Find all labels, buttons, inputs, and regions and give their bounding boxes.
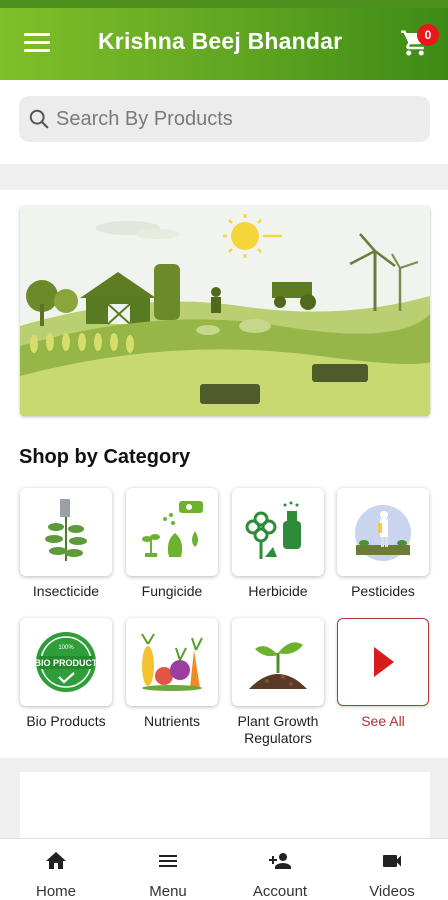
bio-products-icon: BIO PRODUCT 100% [35,632,99,692]
search-icon [29,109,49,129]
app-title: Krishna Beej Bhandar [98,28,343,54]
nav-videos[interactable]: Videos [336,839,448,900]
video-camera-icon [383,855,401,867]
category-fungicide[interactable]: Fungicide [126,488,218,600]
nav-label: Home [35,883,76,900]
shop-by-category-title: Shop by Category [19,446,191,468]
farm-banner-image[interactable] [20,206,430,416]
insecticide-plant-icon [45,499,87,561]
home-icon [46,852,66,869]
search-bar[interactable] [19,96,430,142]
hamburger-menu-icon[interactable] [22,30,54,54]
nav-home[interactable]: Home [0,839,112,900]
fungicide-icon [142,501,203,557]
svg-text:100%: 100% [58,645,74,651]
add-person-icon [269,853,291,869]
search-input[interactable] [56,107,396,131]
nav-label: Videos [369,883,415,900]
category-label: Insecticide [32,583,100,599]
category-see-all[interactable]: See All [337,618,429,730]
category-label: Plant Growth Regulators [237,713,319,746]
category-herbicide[interactable]: Herbicide [232,488,324,600]
nav-label: Account [252,883,308,900]
bottom-navigation: Home Menu Account Videos [0,838,448,900]
cart-count-badge: 0 [417,24,439,46]
category-insecticide[interactable]: Insecticide [20,488,112,600]
category-label: Herbicide [248,583,308,599]
svg-text:BIO PRODUCT: BIO PRODUCT [35,658,99,668]
play-arrow-icon [374,647,394,677]
category-plant-growth-regulators[interactable]: Plant Growth Regulators [232,618,324,747]
plant-growth-icon [249,642,307,689]
category-pesticides[interactable]: Pesticides [337,488,429,600]
category-label: Fungicide [141,583,203,599]
herbicide-icon [245,501,301,559]
category-bio-products[interactable]: BIO PRODUCT 100% Bio Products [20,618,112,730]
status-strip [0,0,448,8]
see-all-label: See All [361,713,405,729]
category-label: Nutrients [143,713,201,729]
nutrients-icon [141,633,203,691]
nav-menu[interactable]: Menu [112,839,224,900]
category-label: Bio Products [26,713,106,729]
pesticides-icon [355,505,411,561]
nav-account[interactable]: Account [224,839,336,900]
menu-icon [159,855,177,867]
category-label: Pesticides [351,583,415,599]
nav-label: Menu [149,883,187,900]
category-nutrients[interactable]: Nutrients [126,618,218,730]
